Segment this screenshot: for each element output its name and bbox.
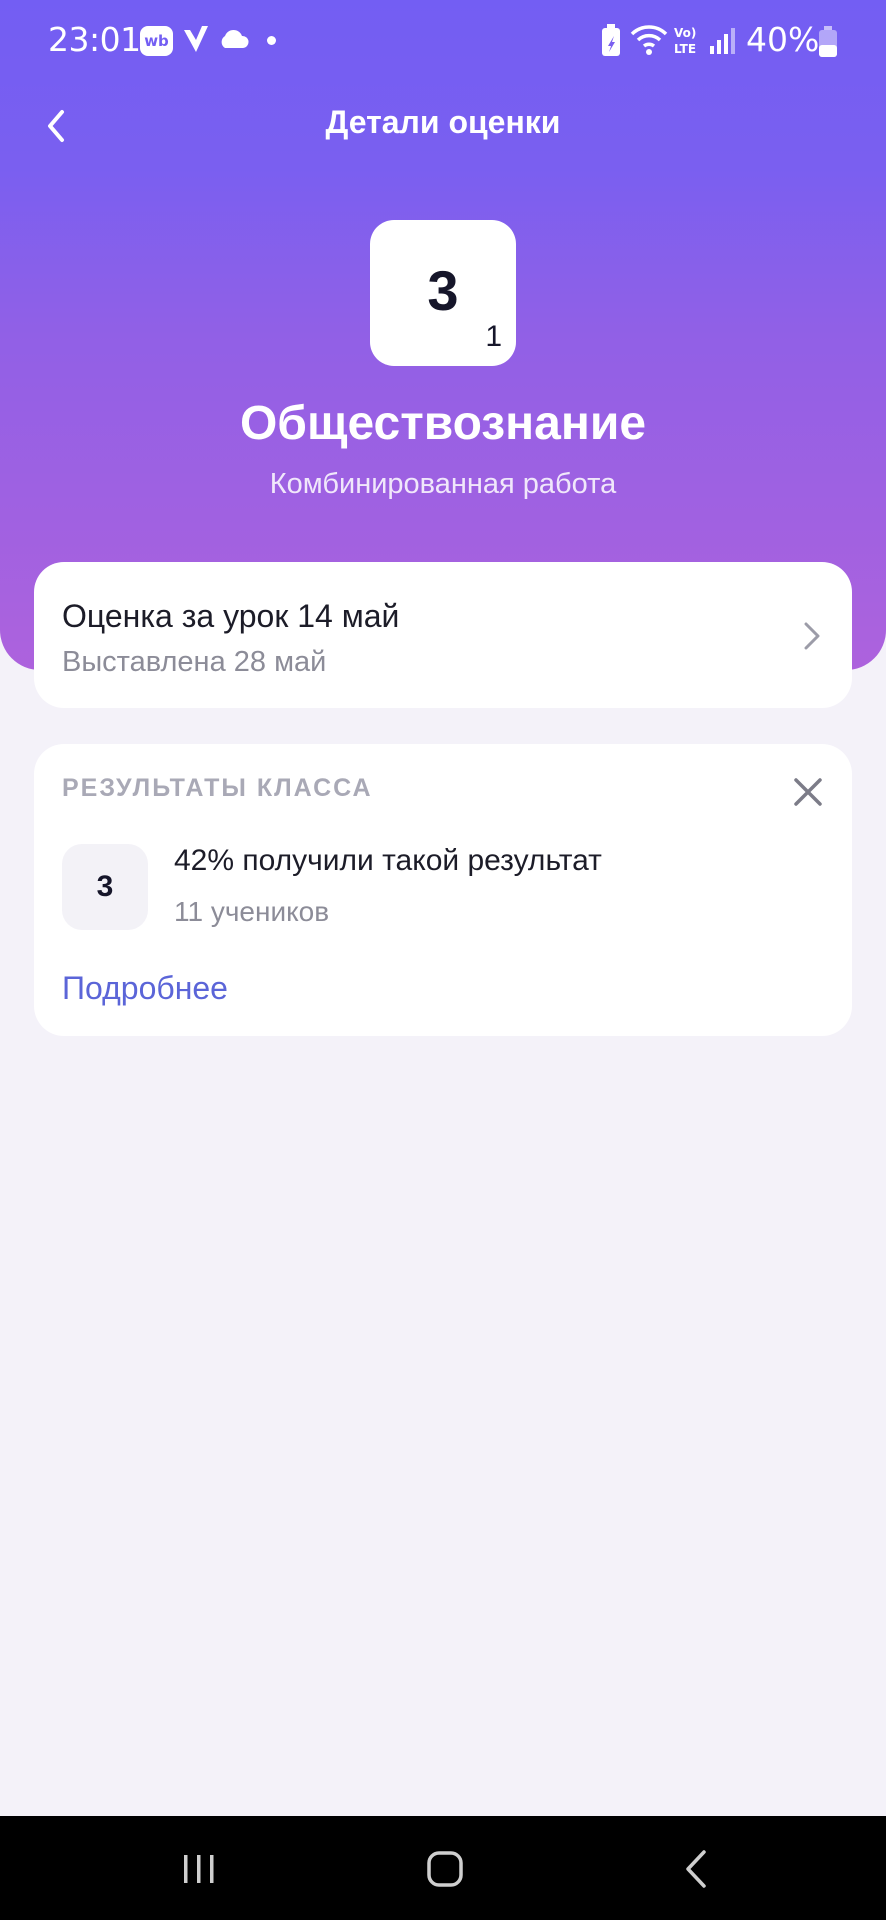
- grade-weight: 1: [485, 320, 502, 353]
- system-nav-bar: [0, 1816, 886, 1920]
- vk-icon: [181, 22, 211, 60]
- status-time: 23:01: [48, 20, 141, 59]
- battery-saver-icon: [600, 24, 622, 62]
- close-icon: [794, 778, 822, 806]
- signal-icon: [708, 26, 738, 60]
- page-title: Детали оценки: [325, 104, 561, 140]
- close-button[interactable]: [792, 776, 824, 808]
- status-bar: 23:01 wb Vo) LTE 40%: [0, 0, 886, 84]
- home-button[interactable]: [420, 1844, 470, 1894]
- results-header: РЕЗУЛЬТАТЫ КЛАССА: [62, 774, 373, 802]
- more-details-link[interactable]: Подробнее: [62, 970, 228, 1007]
- class-results-card: РЕЗУЛЬТАТЫ КЛАССА 3 42% получили такой р…: [34, 744, 852, 1036]
- battery-icon: [818, 26, 838, 62]
- subject-title: Обществознание: [239, 397, 647, 450]
- wb-app-icon: wb: [140, 26, 173, 56]
- lesson-title: Оценка за урок 14 май: [62, 598, 400, 634]
- system-back-button[interactable]: [672, 1844, 722, 1894]
- recents-button[interactable]: [174, 1844, 224, 1894]
- notification-dot: [267, 36, 276, 45]
- home-icon: [427, 1851, 463, 1887]
- recents-icon: [184, 1855, 214, 1883]
- svg-text:LTE: LTE: [674, 42, 696, 56]
- lesson-card[interactable]: Оценка за урок 14 май Выставлена 28 май: [34, 562, 852, 708]
- results-percent-text: 42% получили такой результат: [174, 844, 602, 877]
- chevron-right-icon: [800, 616, 824, 656]
- back-icon: [686, 1850, 706, 1888]
- volte-lte-icon: Vo) LTE: [672, 24, 702, 60]
- wifi-icon: [630, 24, 668, 60]
- svg-text:Vo): Vo): [674, 26, 696, 40]
- results-grade-tile: 3: [62, 844, 148, 930]
- cloud-icon: [216, 28, 250, 54]
- grade-value: 3: [427, 259, 459, 322]
- lesson-subtitle: Выставлена 28 май: [62, 646, 327, 678]
- results-students-count: 11 учеников: [174, 896, 330, 927]
- grade-tile: 3 1: [370, 220, 516, 366]
- battery-percent: 40%: [746, 20, 820, 59]
- work-type: Комбинированная работа: [269, 468, 617, 500]
